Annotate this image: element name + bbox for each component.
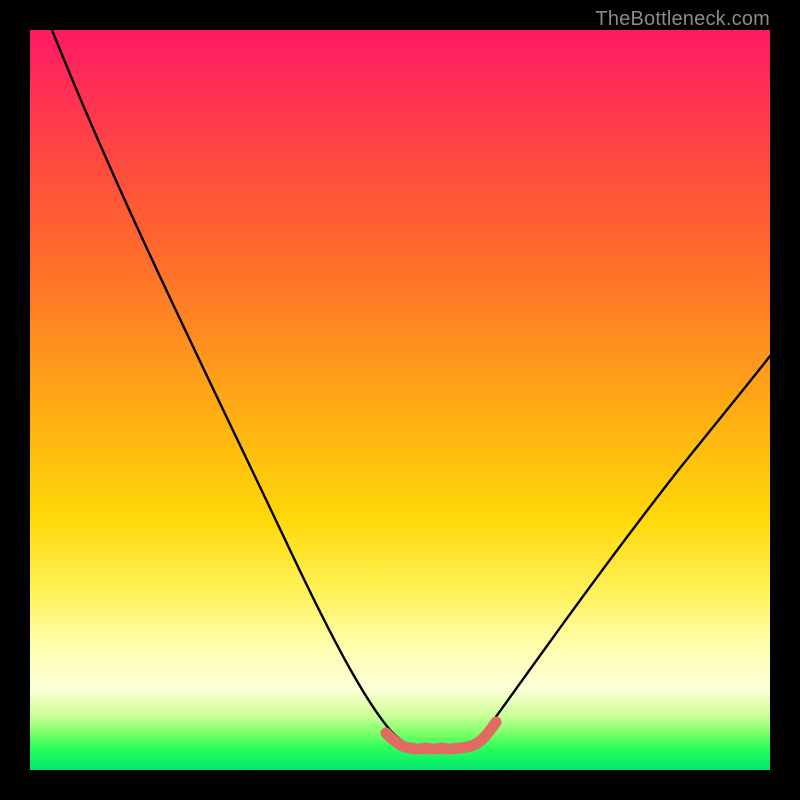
- optimal-range-highlight: [386, 722, 496, 749]
- plot-area: [30, 30, 770, 770]
- curve-layer: [30, 30, 770, 770]
- chart-frame: TheBottleneck.com: [0, 0, 800, 800]
- watermark-text: TheBottleneck.com: [595, 8, 770, 31]
- bottleneck-curve: [52, 30, 770, 748]
